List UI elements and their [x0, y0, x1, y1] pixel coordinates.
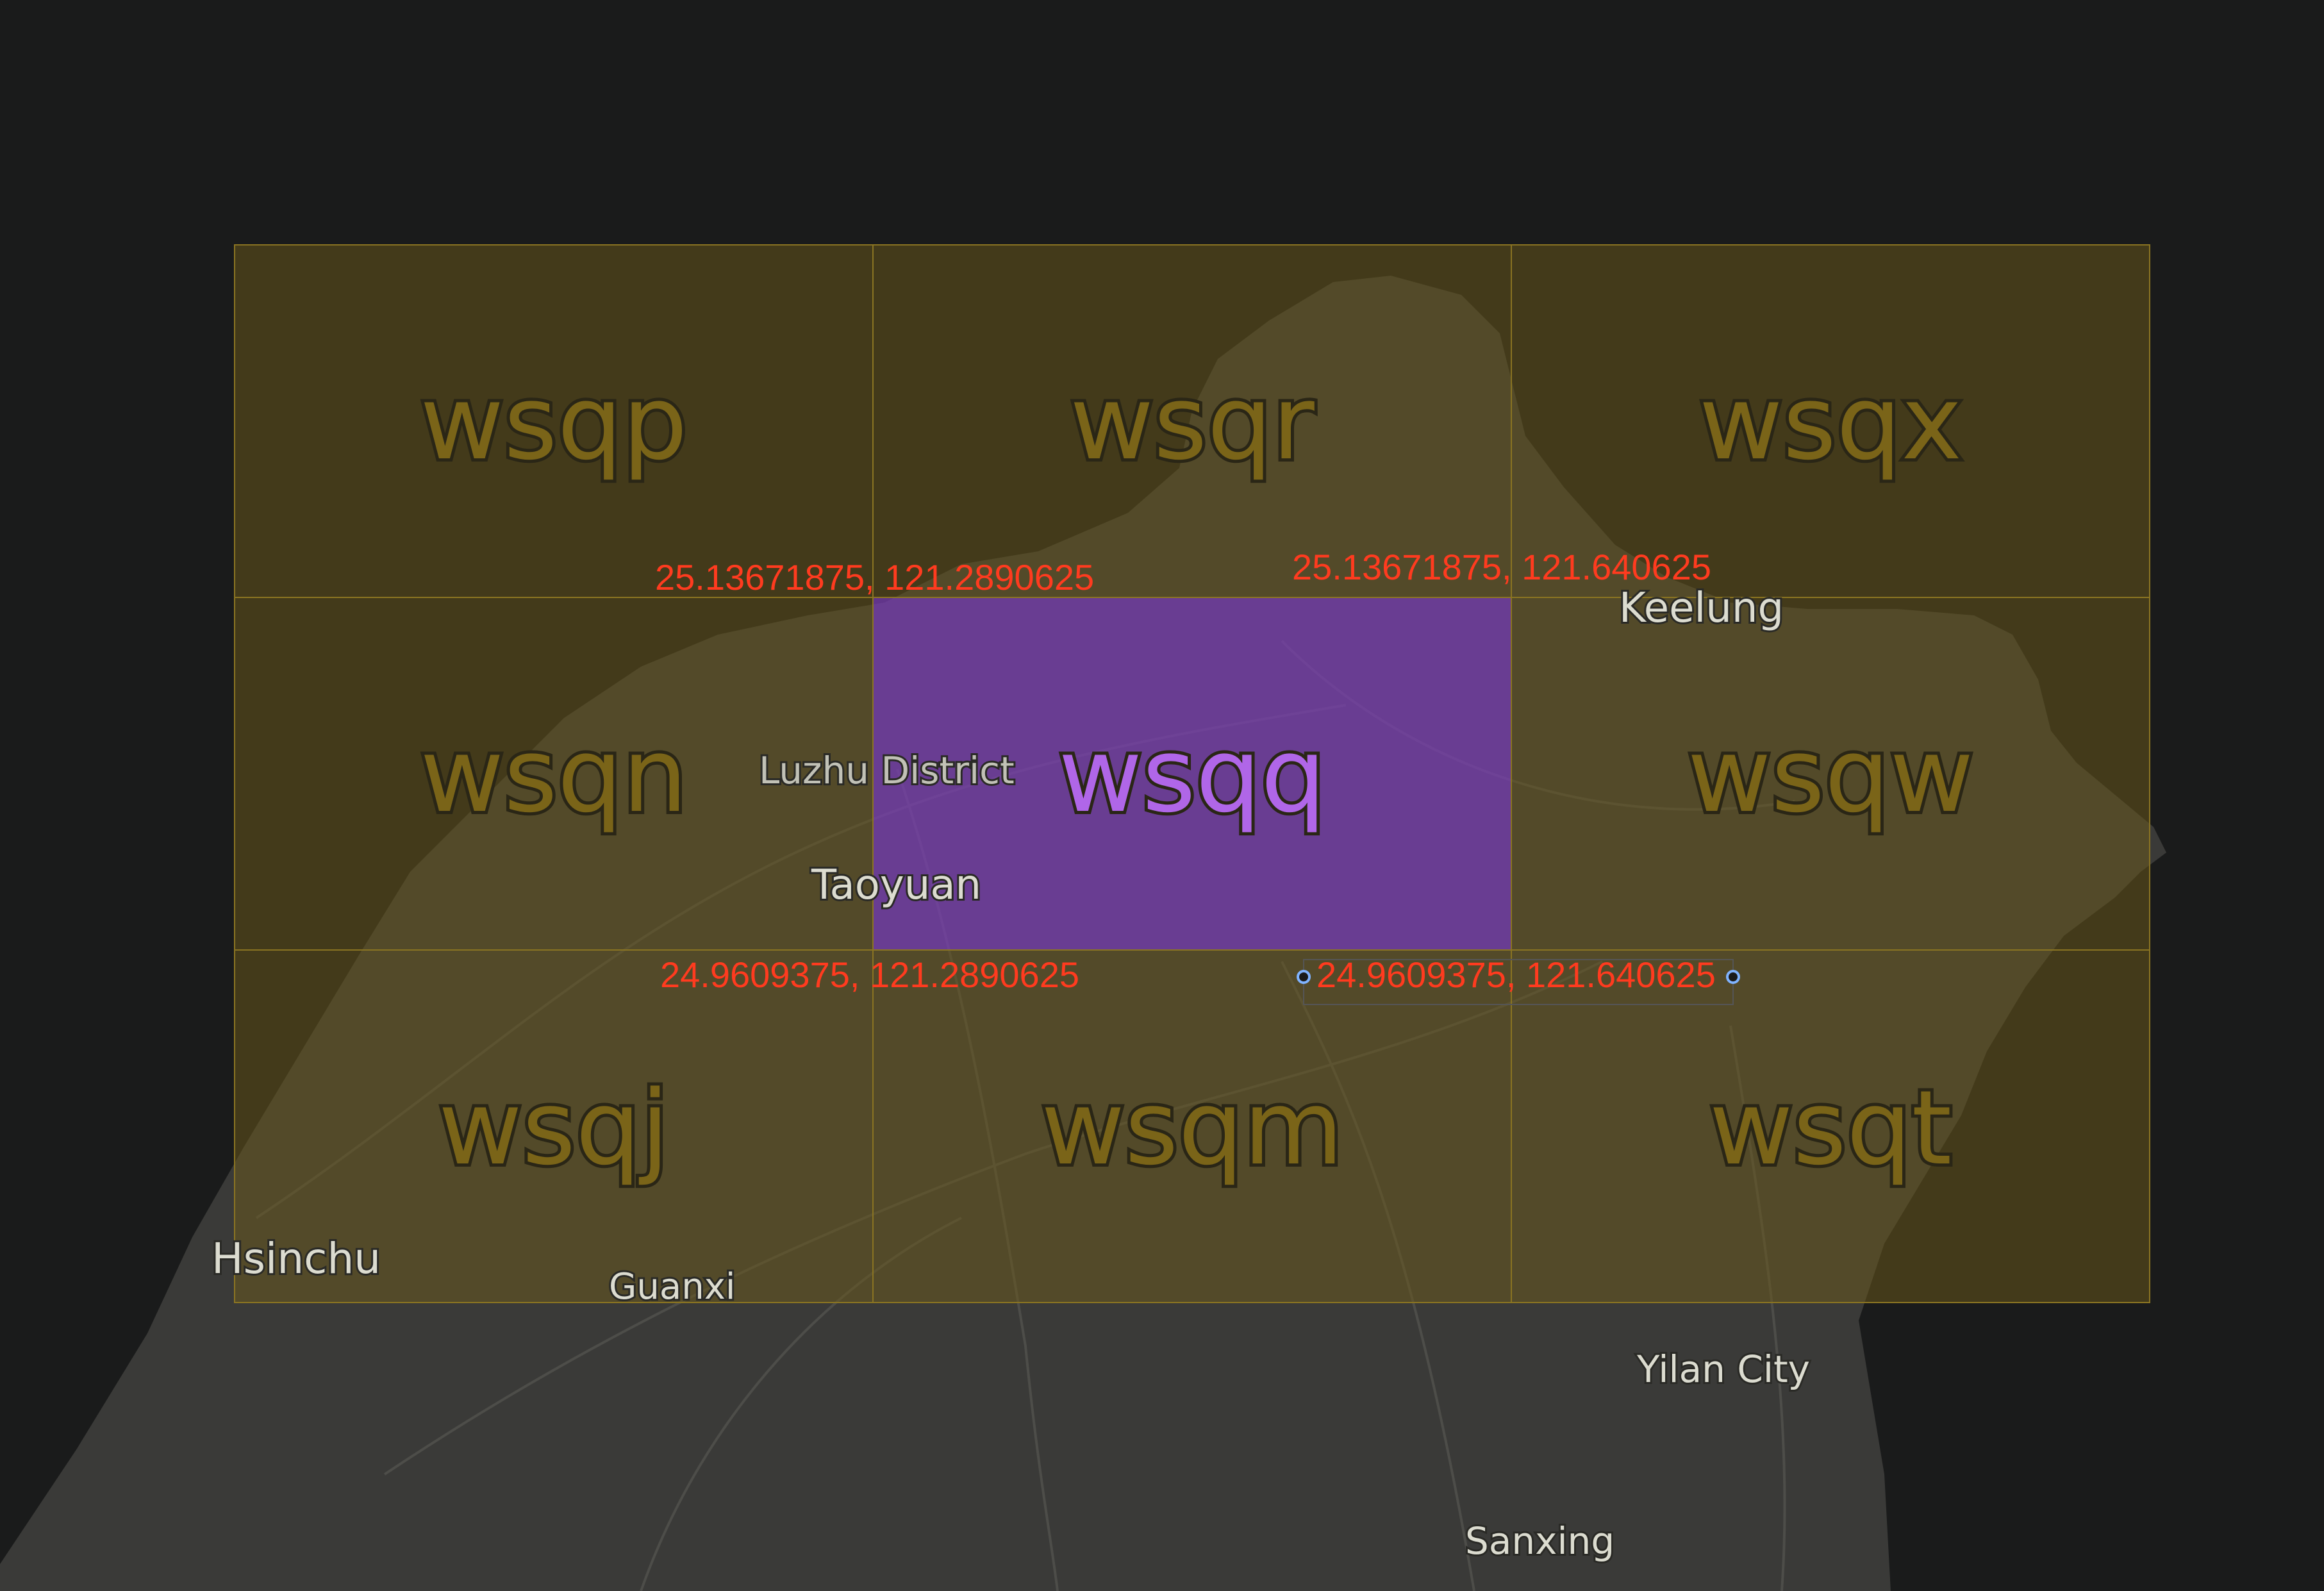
place-label-sanxing[interactable]: Sanxing: [1463, 1517, 1616, 1565]
place-label-guanxi[interactable]: Guanxi: [607, 1264, 737, 1310]
place-label-hsinchu[interactable]: Hsinchu: [210, 1232, 383, 1285]
place-label-taoyuan[interactable]: Taoyuan: [809, 860, 983, 911]
geohash-label-wsqj: wsqj: [438, 1068, 669, 1188]
map-canvas[interactable]: wsqp wsqr wsqx wsqn wsqq wsqw wsqj wsqm wsqt 25.…: [0, 0, 2324, 1591]
place-label-yilan[interactable]: Yilan City: [1634, 1345, 1812, 1393]
geohash-label-wsqq: wsqq: [1058, 715, 1325, 835]
geohash-label-wsqp: wsqp: [420, 363, 687, 483]
selection-handle-left[interactable]: [1297, 970, 1311, 984]
corner-label-top-left: 25.13671875, 121.2890625: [655, 557, 1094, 597]
place-label-keelung[interactable]: Keelung: [1617, 583, 1786, 634]
geohash-label-wsqt: wsqt: [1709, 1068, 1952, 1188]
place-label-luzhu[interactable]: Luzhu District: [757, 747, 1017, 794]
geohash-grid: wsqp wsqr wsqx wsqn wsqq wsqw wsqj wsqm wsqt: [234, 244, 2150, 1303]
geohash-label-wsqr: wsqr: [1070, 363, 1315, 483]
selection-handle-right[interactable]: [1726, 970, 1740, 984]
geohash-label-wsqx: wsqx: [1699, 363, 1962, 483]
geohash-label-wsqn: wsqn: [420, 715, 687, 835]
geohash-label-wsqm: wsqm: [1041, 1068, 1343, 1188]
corner-label-bottom-left: 24.9609375, 121.2890625: [660, 954, 1079, 995]
corner-label-bottom-right: 24.9609375, 121.640625: [1316, 954, 1716, 995]
geohash-label-wsqw: wsqw: [1688, 715, 1974, 835]
corner-label-top-right: 25.13671875, 121.640625: [1292, 547, 1711, 587]
